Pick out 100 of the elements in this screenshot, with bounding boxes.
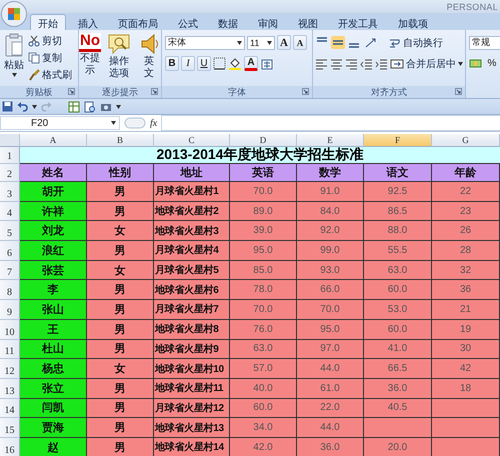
undo-icon[interactable] <box>17 101 28 112</box>
hint-button[interactable]: 操作选项 <box>106 33 132 80</box>
save-icon[interactable] <box>2 101 13 112</box>
column-title: 数学 <box>297 164 364 182</box>
column-header[interactable]: C <box>154 134 230 147</box>
border-icon[interactable] <box>213 57 226 70</box>
ribbon-tab[interactable]: 页面布局 <box>110 14 166 30</box>
caret-icon[interactable] <box>111 121 116 125</box>
table-cell: 85.0 <box>230 260 297 280</box>
row-number[interactable]: 12 <box>0 359 20 379</box>
row-number[interactable]: 5 <box>0 221 20 242</box>
column-header[interactable]: F <box>364 134 432 147</box>
align-middle-icon[interactable] <box>331 36 345 49</box>
row-number[interactable]: 11 <box>0 340 20 360</box>
ribbon-tab[interactable]: 数据 <box>210 14 246 30</box>
format-painter-button[interactable]: 格式刷 <box>28 67 72 82</box>
table-cell: 月球省火星村4 <box>154 241 230 261</box>
print-preview-icon[interactable] <box>84 100 96 112</box>
caret-icon[interactable] <box>12 73 16 77</box>
currency-icon[interactable] <box>469 57 483 70</box>
cut-button[interactable]: 剪切 <box>28 33 72 48</box>
paste-button[interactable]: 粘贴 <box>3 33 25 77</box>
table-cell: 97.0 <box>297 340 364 360</box>
sheet-icon[interactable] <box>68 100 80 112</box>
ribbon-tab[interactable]: 插入 <box>70 14 106 30</box>
row-number[interactable]: 1 <box>0 147 20 164</box>
align-left-icon[interactable] <box>315 57 328 70</box>
column-title: 年龄 <box>432 164 500 182</box>
row-number[interactable]: 2 <box>0 164 20 182</box>
table-cell: 地球省火星村10 <box>154 359 230 379</box>
launcher-icon[interactable] <box>151 88 158 95</box>
bold-button[interactable]: B <box>165 56 179 71</box>
font-color-button[interactable]: A <box>244 56 258 71</box>
ribbon-tab[interactable]: 开发工具 <box>330 14 386 30</box>
ribbon-tab[interactable]: 公式 <box>170 14 206 30</box>
group-label: 剪贴板 <box>26 86 52 98</box>
shrink-font-button[interactable]: A <box>293 35 307 50</box>
table-cell: 贾海 <box>20 418 87 438</box>
number-format-field[interactable]: 常规 <box>469 36 500 50</box>
table-cell: 浪红 <box>20 241 87 261</box>
font-size-field[interactable]: 11 <box>247 36 275 50</box>
fill-color-icon[interactable] <box>228 57 242 70</box>
merge-center-button[interactable]: 合并后居中 <box>390 56 463 71</box>
row-number[interactable]: 6 <box>0 241 20 261</box>
row-number[interactable]: 14 <box>0 398 20 418</box>
row-number[interactable]: 9 <box>0 300 20 320</box>
clipboard-icon <box>4 33 24 57</box>
name-box[interactable]: F20 <box>0 116 120 130</box>
row-number[interactable]: 10 <box>0 320 20 340</box>
wrap-text-button[interactable]: 自动换行 <box>389 35 443 50</box>
percent-button[interactable]: % <box>485 56 499 71</box>
underline-button[interactable]: U <box>197 56 211 71</box>
row-number[interactable]: 15 <box>0 418 20 438</box>
insert-function-button[interactable]: fx <box>150 118 158 128</box>
table-cell: 40.5 <box>364 398 432 418</box>
grow-font-button[interactable]: A <box>277 35 291 50</box>
hint-button[interactable]: No 不提示 <box>78 33 102 77</box>
launcher-icon[interactable] <box>455 88 462 95</box>
decrease-indent-icon[interactable] <box>360 57 373 70</box>
group-label: 逐步提示 <box>102 86 138 98</box>
column-header[interactable]: D <box>230 134 297 147</box>
row-number[interactable]: 3 <box>0 182 20 202</box>
font-name-field[interactable]: 宋体 <box>165 36 245 50</box>
italic-button[interactable]: I <box>181 56 195 71</box>
column-header[interactable]: E <box>297 134 364 147</box>
table-cell: 女 <box>87 221 154 242</box>
customize-caret-icon[interactable] <box>116 104 121 108</box>
ribbon-tab[interactable]: 开始 <box>30 14 66 30</box>
hint-button[interactable]: 英文 <box>136 33 162 80</box>
table-cell: 57.0 <box>230 359 297 379</box>
table-cell: 男 <box>87 438 154 456</box>
copy-button[interactable]: 复制 <box>28 50 72 65</box>
column-header[interactable]: A <box>20 134 87 147</box>
table-cell: 36 <box>432 280 500 300</box>
caret-icon[interactable] <box>32 104 37 108</box>
edition-label: PERSONAL <box>446 2 498 12</box>
table-cell: 42 <box>432 359 500 379</box>
launcher-icon[interactable] <box>302 88 309 95</box>
phonetic-icon[interactable] <box>260 57 274 70</box>
row-number[interactable]: 7 <box>0 260 20 280</box>
ribbon-tab[interactable]: 视图 <box>290 14 326 30</box>
caret-icon[interactable] <box>267 40 272 44</box>
splitter-handle-icon[interactable] <box>124 117 146 129</box>
ribbon-tab[interactable]: 加载项 <box>390 14 436 30</box>
ribbon-tab[interactable]: 审阅 <box>250 14 286 30</box>
increase-indent-icon[interactable] <box>375 57 388 70</box>
row-number[interactable]: 4 <box>0 202 20 222</box>
table-cell: 70.0 <box>230 300 297 320</box>
caret-icon[interactable] <box>458 62 463 66</box>
group-label: 对齐方式 <box>371 86 407 98</box>
align-center-icon[interactable] <box>330 57 343 70</box>
launcher-icon[interactable] <box>68 88 75 95</box>
align-right-icon[interactable] <box>345 57 358 70</box>
row-number[interactable]: 16 <box>0 438 20 456</box>
column-header[interactable]: G <box>432 134 500 147</box>
formula-field[interactable] <box>161 115 500 131</box>
row-number[interactable]: 13 <box>0 378 20 399</box>
row-number[interactable]: 8 <box>0 280 20 300</box>
column-header[interactable]: B <box>87 134 154 147</box>
caret-icon[interactable] <box>237 40 242 44</box>
